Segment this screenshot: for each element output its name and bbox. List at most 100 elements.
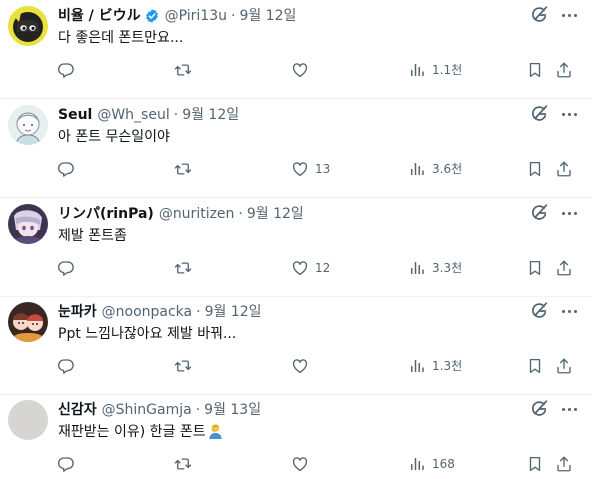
bookmark-icon (526, 61, 544, 79)
share-button[interactable] (555, 256, 573, 280)
avatar[interactable] (8, 400, 48, 440)
timestamp[interactable]: 9월 12일 (205, 302, 262, 322)
bookmark-button[interactable] (526, 256, 544, 280)
views-button[interactable]: 3.6천 (408, 157, 462, 181)
reply-button[interactable] (57, 58, 75, 82)
share-button[interactable] (555, 58, 573, 82)
more-options-icon[interactable] (558, 398, 580, 420)
display-name[interactable]: 신감자 (58, 400, 97, 420)
timestamp[interactable]: 9월 12일 (247, 204, 304, 224)
share-icon (555, 61, 573, 79)
timestamp[interactable]: 9월 12일 (239, 6, 296, 26)
views-button[interactable]: 1.3천 (408, 354, 462, 378)
grok-icon[interactable] (528, 202, 550, 224)
tweet[interactable]: 눈파카 @noonpacka · 9월 12일 Ppt 느낌나잖아요 제발 바꿔… (0, 296, 592, 395)
timestamp[interactable]: 9월 12일 (182, 105, 239, 125)
timestamp[interactable]: 9월 13일 (204, 400, 261, 420)
views-chart-icon (408, 357, 426, 375)
tweet-text: Ppt 느낌나잖아요 제발 바꿔... (58, 324, 236, 344)
action-bar: 13 3.6천 (0, 157, 592, 181)
tweet-header: 신감자 @ShinGamja · 9월 13일 (58, 400, 261, 420)
share-button[interactable] (555, 354, 573, 378)
more-options-icon[interactable] (558, 202, 580, 224)
reply-button[interactable] (57, 354, 75, 378)
display-name[interactable]: 비율 / ビウル (58, 6, 141, 26)
retweet-icon (174, 357, 192, 375)
views-button[interactable]: 1.1천 (408, 58, 462, 82)
avatar[interactable] (8, 204, 48, 244)
like-count: 12 (315, 261, 331, 275)
reply-button[interactable] (57, 256, 75, 280)
share-icon (555, 357, 573, 375)
reply-button[interactable] (57, 157, 75, 181)
retweet-button[interactable] (174, 157, 192, 181)
views-button[interactable]: 168 (408, 452, 455, 476)
reply-feed: 비율 / ビウル @Piri13u · 9월 12일 다 좋은데 폰트만요...… (0, 0, 598, 479)
views-button[interactable]: 3.3천 (408, 256, 462, 280)
more-options-icon[interactable] (558, 4, 580, 26)
like-button[interactable] (291, 354, 315, 378)
tweet[interactable]: Seul @Wh_seul · 9월 12일 아 폰트 무슨일이야 13 3.6… (0, 99, 592, 198)
action-bar: 1.1천 (0, 58, 592, 82)
bookmark-button[interactable] (526, 452, 544, 476)
reply-icon (57, 61, 75, 79)
tweet-header: 눈파카 @noonpacka · 9월 12일 (58, 302, 262, 322)
display-name[interactable]: Seul (58, 105, 92, 125)
user-handle[interactable]: @nuritizen (159, 204, 235, 224)
retweet-button[interactable] (174, 58, 192, 82)
views-chart-icon (408, 61, 426, 79)
grok-icon[interactable] (528, 300, 550, 322)
like-button[interactable]: 13 (291, 157, 330, 181)
view-count: 168 (432, 457, 455, 471)
person-facepalming-icon (208, 423, 223, 439)
tweet-text-content: Ppt 느낌나잖아요 제발 바꿔... (58, 326, 237, 342)
bookmark-button[interactable] (526, 58, 544, 82)
grok-icon[interactable] (528, 398, 550, 420)
tweet-header: Seul @Wh_seul · 9월 12일 (58, 105, 239, 125)
grok-icon[interactable] (528, 103, 550, 125)
avatar[interactable] (8, 105, 48, 145)
tweet[interactable]: 신감자 @ShinGamja · 9월 13일 재판받는 이유) 한글 폰트 1… (0, 394, 592, 479)
like-button[interactable] (291, 452, 315, 476)
avatar[interactable] (8, 6, 48, 46)
tweet-text-content: 제발 폰트좀 (58, 228, 127, 244)
tweet[interactable]: リンパ(rinPa) @nuritizen · 9월 12일 제발 폰트좀 12… (0, 198, 592, 297)
views-chart-icon (408, 259, 426, 277)
user-handle[interactable]: @noonpacka (102, 302, 192, 322)
bookmark-button[interactable] (526, 354, 544, 378)
like-button[interactable]: 12 (291, 256, 330, 280)
retweet-icon (174, 259, 192, 277)
retweet-button[interactable] (174, 452, 192, 476)
separator-dot: · (196, 304, 201, 320)
display-name[interactable]: 눈파카 (58, 302, 97, 322)
user-handle[interactable]: @Piri13u (165, 6, 227, 26)
grok-icon[interactable] (528, 4, 550, 26)
reply-button[interactable] (57, 452, 75, 476)
more-options-icon[interactable] (558, 300, 580, 322)
tweet[interactable]: 비율 / ビウル @Piri13u · 9월 12일 다 좋은데 폰트만요...… (0, 0, 592, 99)
share-button[interactable] (555, 452, 573, 476)
tweet-text: 아 폰트 무슨일이야 (58, 127, 170, 147)
more-options-icon[interactable] (558, 103, 580, 125)
like-button[interactable] (291, 58, 315, 82)
user-handle[interactable]: @Wh_seul (97, 105, 169, 125)
bookmark-button[interactable] (526, 157, 544, 181)
user-handle[interactable]: @ShinGamja (102, 400, 192, 420)
retweet-button[interactable] (174, 354, 192, 378)
retweet-button[interactable] (174, 256, 192, 280)
display-name[interactable]: リンパ(rinPa) (58, 204, 154, 224)
separator-dot: · (230, 8, 236, 24)
separator-dot: · (173, 107, 179, 123)
heart-icon (291, 61, 309, 79)
avatar[interactable] (8, 302, 48, 342)
views-chart-icon (408, 160, 426, 178)
heart-icon (291, 259, 309, 277)
view-count: 1.3천 (432, 359, 463, 373)
heart-icon (291, 160, 309, 178)
bookmark-icon (526, 160, 544, 178)
tweet-text-content: 아 폰트 무슨일이야 (58, 129, 170, 145)
tweet-text-content: 다 좋은데 폰트만요... (58, 30, 184, 46)
share-button[interactable] (555, 157, 573, 181)
view-count: 3.3천 (432, 261, 463, 275)
retweet-icon (174, 455, 192, 473)
